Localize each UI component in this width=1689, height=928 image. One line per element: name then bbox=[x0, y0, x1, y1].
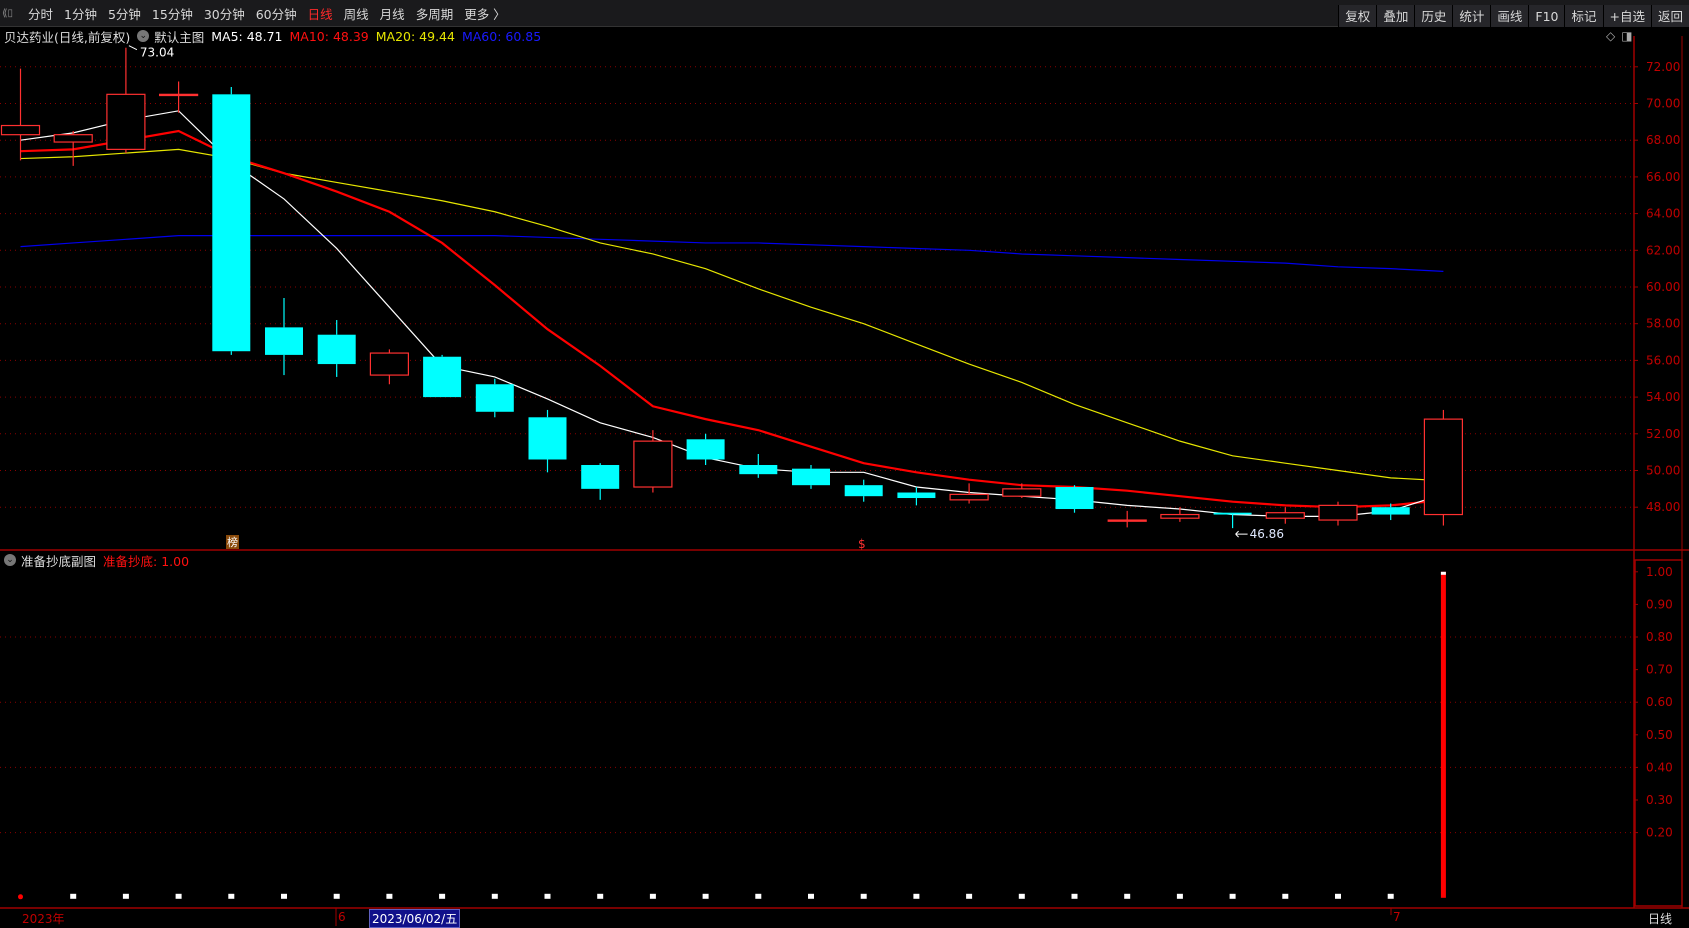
signal-dot bbox=[1387, 893, 1394, 899]
sub-tick-label: 0.50 bbox=[1646, 728, 1673, 742]
price-tick-label: 48.00 bbox=[1646, 500, 1680, 514]
signal-bar-cap bbox=[1440, 571, 1446, 575]
candle-down bbox=[686, 439, 725, 460]
month-6-label: 6 bbox=[338, 910, 346, 924]
signal-dot bbox=[808, 893, 814, 899]
candle-down bbox=[265, 327, 303, 355]
signal-dot bbox=[1018, 893, 1025, 899]
signal-dot bbox=[1071, 893, 1078, 899]
signal-dot bbox=[702, 893, 709, 899]
price-tick-label: 64.00 bbox=[1646, 207, 1680, 221]
signal-dot bbox=[18, 894, 23, 900]
signal-dot bbox=[175, 893, 182, 899]
signal-dot bbox=[333, 893, 340, 899]
signal-dot bbox=[755, 893, 762, 899]
candle-down bbox=[475, 384, 514, 412]
high-price-label: 73.04 bbox=[140, 46, 174, 60]
candle-up bbox=[53, 134, 93, 143]
date-axis: 2023年 6 2023/06/02/五 7 日线 bbox=[0, 909, 1689, 928]
candle-down bbox=[317, 334, 356, 365]
price-tick-label: 72.00 bbox=[1646, 60, 1680, 74]
price-tick-label: 58.00 bbox=[1646, 317, 1680, 331]
candle-up bbox=[1107, 519, 1147, 522]
candle-up bbox=[1423, 418, 1464, 516]
candle-down bbox=[212, 94, 251, 352]
price-tick-label: 68.00 bbox=[1646, 133, 1680, 147]
sub-tick-label: 0.90 bbox=[1646, 597, 1673, 611]
candle-down bbox=[581, 464, 620, 489]
candle-up bbox=[369, 352, 409, 376]
price-tick-label: 60.00 bbox=[1646, 280, 1680, 294]
signal-dot bbox=[966, 893, 973, 899]
candle-up bbox=[1002, 488, 1042, 497]
low-arrow-icon bbox=[1235, 530, 1248, 538]
candle-up bbox=[0, 124, 41, 136]
sub-tick-label: 0.80 bbox=[1646, 630, 1673, 644]
signal-dot bbox=[1282, 893, 1289, 899]
kline-chart[interactable]: 72.00 70.00 68.00 66.00 64.00 62.00 60.00 58.00… bbox=[0, 0, 1689, 926]
candle-down bbox=[1371, 507, 1410, 515]
marker-bang-label: 榜 bbox=[227, 535, 238, 549]
signal-dot bbox=[70, 893, 77, 899]
signal-dot bbox=[860, 893, 867, 899]
signal-dot bbox=[386, 893, 393, 899]
candle-up bbox=[949, 493, 989, 501]
candle-down bbox=[528, 417, 567, 460]
cursor-date-label: 2023/06/02/五 bbox=[369, 909, 461, 928]
sub-tick-label: 0.30 bbox=[1646, 793, 1673, 807]
sub-tick-label: 1.00 bbox=[1646, 565, 1673, 579]
candle-up bbox=[106, 93, 146, 150]
signal-dot bbox=[544, 893, 551, 899]
signal-dot bbox=[439, 893, 446, 899]
signal-bar bbox=[1440, 571, 1446, 898]
marker-dollar-label: $ bbox=[858, 537, 866, 551]
candle-up bbox=[1265, 512, 1305, 519]
candle-up bbox=[159, 93, 199, 97]
sub-tick-label: 0.60 bbox=[1646, 695, 1673, 709]
signal-dot bbox=[649, 893, 656, 899]
price-tick-label: 52.00 bbox=[1646, 427, 1680, 441]
candle-up bbox=[1318, 504, 1358, 521]
signal-dot bbox=[1229, 893, 1236, 899]
candle-down bbox=[739, 464, 778, 475]
month-7-label: 7 bbox=[1393, 910, 1401, 924]
price-tick-label: 66.00 bbox=[1646, 170, 1680, 184]
price-tick-label: 54.00 bbox=[1646, 390, 1680, 404]
signal-dot bbox=[1335, 893, 1341, 899]
sub-tick-label: 0.20 bbox=[1646, 826, 1673, 840]
signal-dot bbox=[597, 893, 604, 899]
candle-up bbox=[1160, 513, 1200, 519]
candle-down bbox=[1055, 487, 1094, 510]
signal-dot bbox=[491, 893, 498, 899]
period-label: 日线 bbox=[1648, 912, 1673, 926]
signal-dot bbox=[1176, 893, 1183, 899]
sub-tick-label: 0.70 bbox=[1646, 663, 1673, 677]
signal-dot bbox=[122, 893, 129, 899]
signal-dot bbox=[281, 893, 287, 899]
signal-dot bbox=[228, 893, 235, 899]
candle-up bbox=[633, 440, 673, 488]
high-arrow-icon bbox=[128, 45, 138, 51]
candle-down bbox=[792, 468, 830, 486]
sub-tick-label: 0.40 bbox=[1646, 760, 1673, 774]
signal-dot bbox=[1124, 893, 1131, 899]
price-tick-label: 50.00 bbox=[1646, 464, 1680, 478]
price-tick-label: 70.00 bbox=[1646, 97, 1680, 111]
year-label: 2023年 bbox=[22, 912, 65, 926]
candle-down bbox=[423, 356, 462, 398]
low-price-label: 46.86 bbox=[1250, 527, 1284, 541]
signal-dot bbox=[913, 893, 920, 899]
candle-down bbox=[844, 485, 883, 497]
candle-down bbox=[897, 492, 936, 499]
price-tick-label: 56.00 bbox=[1646, 353, 1680, 367]
price-tick-label: 62.00 bbox=[1646, 243, 1680, 257]
candle-down bbox=[1213, 512, 1252, 515]
